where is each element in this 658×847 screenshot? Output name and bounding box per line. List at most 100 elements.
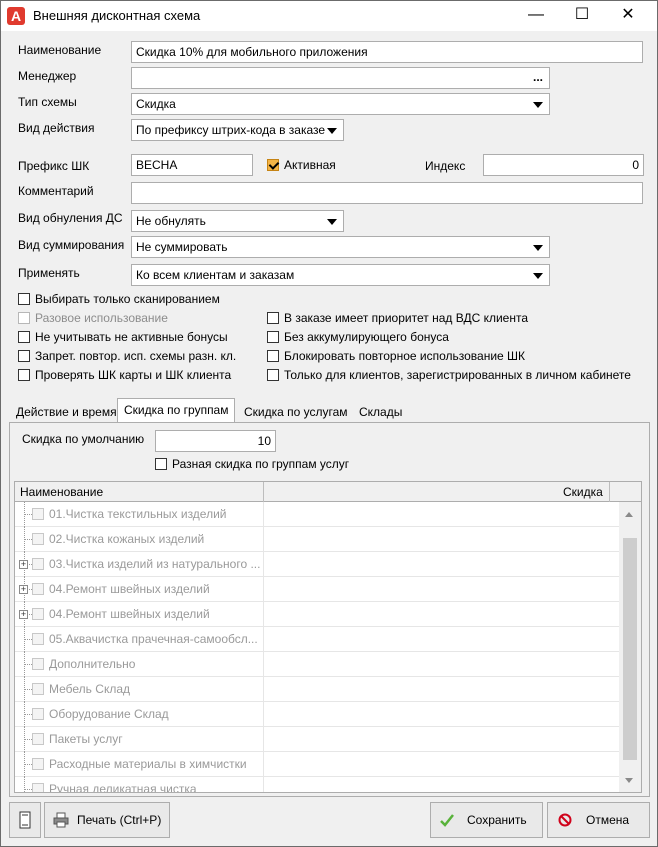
row-name: Расходные материалы в химчистки: [49, 757, 247, 771]
row-name: 03.Чистка изделий из натурального ...: [49, 557, 261, 571]
print-button[interactable]: Печать (Ctrl+P): [44, 802, 170, 838]
sidebar-toggle-button[interactable]: [9, 802, 41, 838]
apply-value: Ко всем клиентам и заказам: [136, 268, 295, 282]
checkbox-icon: [18, 350, 30, 362]
close-button[interactable]: ✕: [605, 1, 651, 31]
default-discount-field[interactable]: 10: [155, 430, 276, 452]
sum-type-select[interactable]: Не суммировать: [131, 236, 550, 258]
scheme-type-select[interactable]: Скидка: [131, 93, 550, 115]
comment-label: Комментарий: [18, 184, 94, 198]
no-accumulating-bonus-checkbox[interactable]: Без аккумулирующего бонуса: [267, 330, 449, 344]
check-card-barcode-checkbox[interactable]: Проверять ШК карты и ШК клиента: [18, 368, 231, 382]
checkbox-icon: [18, 312, 30, 324]
column-separator: [263, 777, 264, 792]
order-priority-label: В заказе имеет приоритет над ВДС клиента: [284, 311, 528, 325]
table-row[interactable]: 05.Аквачистка прачечная-самообсл...: [15, 627, 619, 652]
default-discount-label: Скидка по умолчанию: [22, 432, 145, 446]
scan-only-checkbox[interactable]: Выбирать только сканированием: [18, 292, 220, 306]
printer-icon: [53, 812, 69, 828]
row-name: Оборудование Склад: [49, 707, 169, 721]
row-checkbox[interactable]: [32, 758, 44, 770]
minimize-button[interactable]: —: [513, 1, 559, 31]
column-separator: [609, 482, 610, 502]
table-row[interactable]: +04.Ремонт швейных изделий: [15, 577, 619, 602]
block-barcode-reuse-label: Блокировать повторное использование ШК: [284, 349, 526, 363]
table-row[interactable]: Дополнительно: [15, 652, 619, 677]
chevron-down-icon: [533, 245, 543, 251]
scrollbar-thumb[interactable]: [623, 538, 637, 760]
checkbox-icon: [155, 458, 167, 470]
different-discount-label: Разная скидка по группам услуг: [172, 457, 350, 471]
app-logo-icon: A: [7, 7, 25, 25]
scroll-down-arrow-icon[interactable]: [625, 778, 633, 783]
table-row[interactable]: Расходные материалы в химчистки: [15, 752, 619, 777]
cancel-button[interactable]: Отмена: [547, 802, 650, 838]
block-barcode-reuse-checkbox[interactable]: Блокировать повторное использование ШК: [267, 349, 525, 363]
vertical-scrollbar[interactable]: [619, 502, 641, 792]
table-row[interactable]: 01.Чистка текстильных изделий: [15, 502, 619, 527]
action-type-select[interactable]: По префиксу штрих-кода в заказе: [131, 119, 344, 141]
scroll-up-arrow-icon[interactable]: [625, 512, 633, 517]
index-label: Индекс: [425, 159, 466, 173]
row-checkbox[interactable]: [32, 783, 44, 792]
name-field[interactable]: Скидка 10% для мобильного приложения: [131, 41, 643, 63]
column-separator: [263, 552, 264, 577]
column-header-discount[interactable]: Скидка: [563, 485, 603, 499]
reset-type-select[interactable]: Не обнулять: [131, 210, 344, 232]
table-row[interactable]: +04.Ремонт швейных изделий: [15, 602, 619, 627]
row-name: Ручная деликатная чистка: [49, 782, 197, 793]
ignore-inactive-bonuses-checkbox[interactable]: Не учитывать не активные бонусы: [18, 330, 228, 344]
different-discount-checkbox[interactable]: Разная скидка по группам услуг: [155, 457, 349, 471]
tree-line: [24, 777, 25, 792]
active-checkbox[interactable]: Активная: [267, 158, 336, 172]
chevron-down-icon: [327, 219, 337, 225]
reset-type-label: Вид обнуления ДС: [18, 211, 123, 225]
row-checkbox[interactable]: [32, 608, 44, 620]
table-row[interactable]: Пакеты услуг: [15, 727, 619, 752]
chevron-down-icon: [533, 102, 543, 108]
comment-field[interactable]: [131, 182, 643, 204]
row-checkbox[interactable]: [32, 658, 44, 670]
table-row[interactable]: +03.Чистка изделий из натурального ...: [15, 552, 619, 577]
tab-service-discount[interactable]: Скидка по услугам: [237, 400, 355, 422]
tab-group-discount[interactable]: Скидка по группам: [117, 398, 236, 422]
column-separator: [263, 527, 264, 552]
row-checkbox[interactable]: [32, 558, 44, 570]
expand-icon[interactable]: +: [19, 610, 28, 619]
expand-icon[interactable]: +: [19, 585, 28, 594]
apply-select[interactable]: Ко всем клиентам и заказам: [131, 264, 550, 286]
manager-browse-button[interactable]: ...: [533, 70, 543, 84]
table-row[interactable]: Оборудование Склад: [15, 702, 619, 727]
forbid-repeat-use-checkbox[interactable]: Запрет. повтор. исп. схемы разн. кл.: [18, 349, 236, 363]
tab-warehouses[interactable]: Склады: [352, 400, 409, 422]
row-checkbox[interactable]: [32, 508, 44, 520]
row-checkbox[interactable]: [32, 733, 44, 745]
registered-clients-only-checkbox[interactable]: Только для клиентов, зарегистрированных …: [267, 368, 631, 382]
expand-icon[interactable]: +: [19, 560, 28, 569]
row-checkbox[interactable]: [32, 708, 44, 720]
row-checkbox[interactable]: [32, 533, 44, 545]
table-row[interactable]: Ручная деликатная чистка: [15, 777, 619, 793]
order-priority-checkbox[interactable]: В заказе имеет приоритет над ВДС клиента: [267, 311, 528, 325]
tree-line: [24, 739, 32, 740]
save-label: Сохранить: [467, 813, 527, 827]
table-row[interactable]: Мебель Склад: [15, 677, 619, 702]
manager-field[interactable]: ...: [131, 67, 550, 89]
maximize-button[interactable]: ☐: [559, 1, 605, 31]
row-checkbox[interactable]: [32, 633, 44, 645]
row-checkbox[interactable]: [32, 583, 44, 595]
row-name: 04.Ремонт швейных изделий: [49, 582, 210, 596]
chevron-down-icon: [533, 273, 543, 279]
column-separator: [263, 627, 264, 652]
tree-line: [24, 514, 32, 515]
column-header-name[interactable]: Наименование: [20, 485, 103, 499]
save-button[interactable]: Сохранить: [430, 802, 543, 838]
index-field[interactable]: 0: [483, 154, 644, 176]
prefix-field[interactable]: ВЕСНА: [131, 154, 253, 176]
tree-line: [24, 664, 32, 665]
row-checkbox[interactable]: [32, 683, 44, 695]
ignore-inactive-bonuses-label: Не учитывать не активные бонусы: [35, 330, 228, 344]
apply-label: Применять: [18, 266, 80, 280]
tab-action-and-time[interactable]: Действие и время: [9, 400, 124, 422]
table-row[interactable]: 02.Чистка кожаных изделий: [15, 527, 619, 552]
